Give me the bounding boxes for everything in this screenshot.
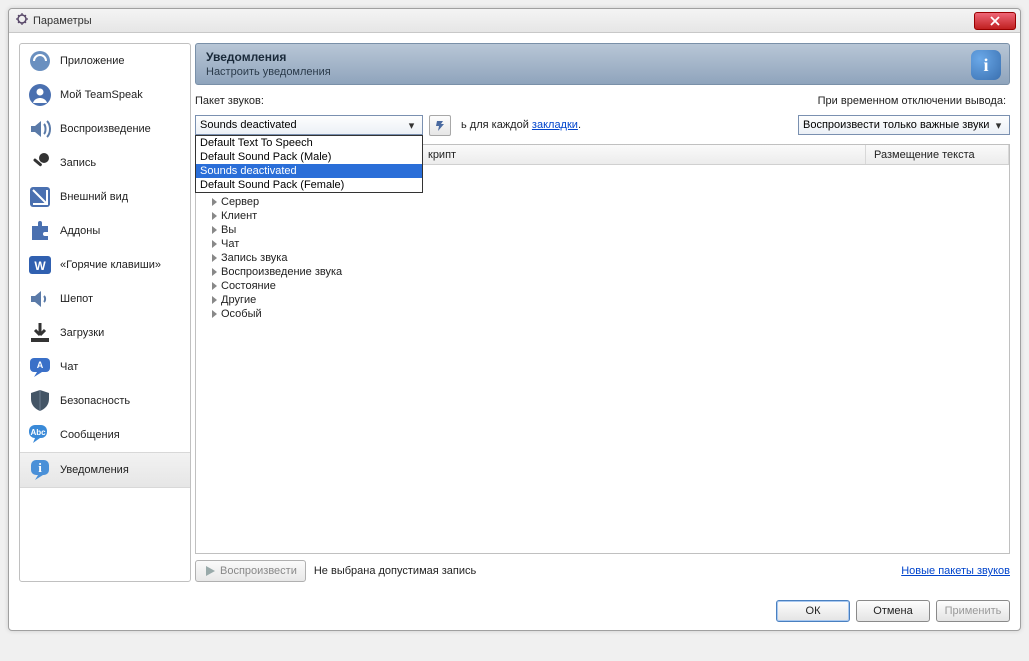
sidebar-item-9[interactable]: A Чат <box>20 350 190 384</box>
output-mute-label: При временном отключении вывода: <box>818 95 1006 107</box>
sidebar-item-10[interactable]: Безопасность <box>20 384 190 418</box>
notif-icon: i <box>26 456 54 484</box>
caret-right-icon <box>212 282 217 290</box>
sidebar-item-label: Внешний вид <box>60 191 128 203</box>
download-icon <box>26 319 54 347</box>
svg-text:Abc: Abc <box>30 428 46 437</box>
sidebar-item-label: Приложение <box>60 55 125 67</box>
shield-icon <box>26 387 54 415</box>
apply-soundpack-button[interactable] <box>429 115 451 136</box>
play-button[interactable]: Воспроизвести <box>195 560 306 582</box>
sidebar-item-label: Аддоны <box>60 225 100 237</box>
caret-right-icon <box>212 268 217 276</box>
sidebar-item-7[interactable]: Шепот <box>20 282 190 316</box>
dialog-buttons: ОК Отмена Применить <box>9 592 1020 630</box>
user-icon <box>26 81 54 109</box>
page-title: Уведомления <box>206 50 331 64</box>
bookmark-link[interactable]: закладки <box>532 119 578 131</box>
sidebar-item-label: Мой TeamSpeak <box>60 89 143 101</box>
soundpack-select[interactable]: Sounds deactivated ▾ <box>195 115 423 135</box>
sidebar-item-12[interactable]: i Уведомления <box>20 452 190 488</box>
design-icon <box>26 183 54 211</box>
msg-icon: Abc <box>26 421 54 449</box>
chevron-down-icon: ▾ <box>991 118 1006 132</box>
sidebar-item-5[interactable]: Аддоны <box>20 214 190 248</box>
info-line: ь для каждой закладки. <box>461 119 581 131</box>
caret-right-icon <box>212 226 217 234</box>
output-mute-selected: Воспроизвести только важные звуки <box>803 119 989 131</box>
close-button[interactable] <box>974 12 1016 30</box>
app-icon <box>26 47 54 75</box>
sidebar-item-2[interactable]: Воспроизведение <box>20 112 190 146</box>
sidebar-item-label: Сообщения <box>60 429 120 441</box>
whisper-icon <box>26 285 54 313</box>
page-subtitle: Настроить уведомления <box>206 66 331 78</box>
tree-item[interactable]: Состояние <box>196 279 1009 293</box>
tree-item[interactable]: Клиент <box>196 209 1009 223</box>
soundpack-selected: Sounds deactivated <box>200 119 297 131</box>
sidebar-item-label: Загрузки <box>60 327 104 339</box>
titlebar: Параметры <box>9 9 1020 33</box>
apply-button[interactable]: Применить <box>936 600 1010 622</box>
tree-item[interactable]: Сервер <box>196 195 1009 209</box>
caret-right-icon <box>212 310 217 318</box>
sidebar-item-11[interactable]: Abc Сообщения <box>20 418 190 452</box>
svg-text:i: i <box>38 460 42 475</box>
settings-icon <box>15 12 29 29</box>
soundpack-option[interactable]: Default Sound Pack (Male) <box>196 150 422 164</box>
sidebar-item-label: «Горячие клавиши» <box>60 259 161 271</box>
soundpack-option[interactable]: Sounds deactivated <box>196 164 422 178</box>
sidebar-item-8[interactable]: Загрузки <box>20 316 190 350</box>
tree-item[interactable]: Особый <box>196 307 1009 321</box>
content-area: Уведомления Настроить уведомления i Паке… <box>195 43 1010 582</box>
tree-item[interactable]: Вы <box>196 223 1009 237</box>
soundpack-label: Пакет звуков: <box>195 95 264 107</box>
tree-item[interactable]: Воспроизведение звука <box>196 265 1009 279</box>
selection-status: Не выбрана допустимая запись <box>314 565 476 577</box>
sidebar-item-6[interactable]: W «Горячие клавиши» <box>20 248 190 282</box>
cancel-button[interactable]: Отмена <box>856 600 930 622</box>
column-text-placement[interactable]: Размещение текста <box>866 145 1009 164</box>
playback-icon <box>26 115 54 143</box>
ok-button[interactable]: ОК <box>776 600 850 622</box>
window-title: Параметры <box>33 15 92 27</box>
sidebar-item-label: Шепот <box>60 293 93 305</box>
caret-right-icon <box>212 198 217 206</box>
hotkey-icon: W <box>26 251 54 279</box>
sidebar-item-3[interactable]: Запись <box>20 146 190 180</box>
sidebar-item-4[interactable]: Внешний вид <box>20 180 190 214</box>
addon-icon <box>26 217 54 245</box>
notifications-icon: i <box>971 50 1001 80</box>
sidebar-item-1[interactable]: Мой TeamSpeak <box>20 78 190 112</box>
soundpack-option[interactable]: Default Text To Speech <box>196 136 422 150</box>
svg-text:W: W <box>34 259 46 273</box>
output-mute-select[interactable]: Воспроизвести только важные звуки ▾ <box>798 115 1010 135</box>
new-soundpacks-link[interactable]: Новые пакеты звуков <box>901 565 1010 577</box>
sidebar: Приложение Мой TeamSpeak Воспроизведение За… <box>19 43 191 582</box>
chat-icon: A <box>26 353 54 381</box>
sidebar-item-label: Воспроизведение <box>60 123 151 135</box>
sidebar-item-label: Чат <box>60 361 78 373</box>
soundpack-option[interactable]: Default Sound Pack (Female) <box>196 178 422 192</box>
caret-right-icon <box>212 212 217 220</box>
sidebar-item-label: Безопасность <box>60 395 130 407</box>
events-table: крипт Размещение текста ПодключениеКанал… <box>195 144 1010 554</box>
page-header: Уведомления Настроить уведомления i <box>195 43 1010 85</box>
caret-right-icon <box>212 296 217 304</box>
caret-right-icon <box>212 240 217 248</box>
sidebar-item-label: Уведомления <box>60 464 129 476</box>
sidebar-item-0[interactable]: Приложение <box>20 44 190 78</box>
caret-right-icon <box>212 254 217 262</box>
tree-item[interactable]: Другие <box>196 293 1009 307</box>
mic-icon <box>26 149 54 177</box>
soundpack-dropdown[interactable]: Default Text To SpeechDefault Sound Pack… <box>195 135 423 193</box>
tree-item[interactable]: Чат <box>196 237 1009 251</box>
sidebar-item-label: Запись <box>60 157 96 169</box>
settings-window: Параметры Приложение Мой TeamSpeak Воспрои… <box>8 8 1021 631</box>
tree-item[interactable]: Запись звука <box>196 251 1009 265</box>
svg-text:A: A <box>37 360 44 370</box>
chevron-down-icon: ▾ <box>404 118 419 132</box>
